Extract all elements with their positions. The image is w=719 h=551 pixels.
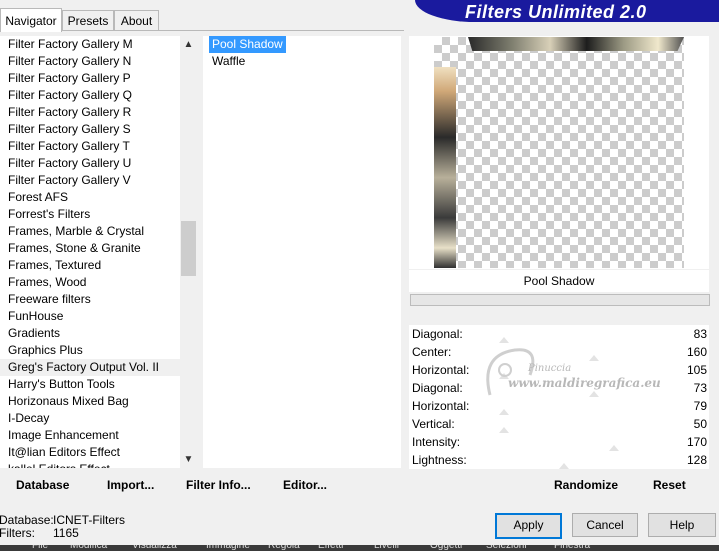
filters-count-label: Filters: [0,526,35,540]
tab-navigator[interactable]: Navigator [0,8,62,32]
menubar-item[interactable]: Livelli [374,545,399,551]
filter-panel [203,36,401,468]
app-title: Filters Unlimited 2.0 [465,2,647,22]
parameter-value: 83 [693,327,707,341]
parameter-panel: Diagonal: 83 Center: 160 Horizontal: 105 Diago… [409,325,709,469]
parameter-value: 170 [686,435,707,449]
tab-about[interactable]: About [114,10,159,31]
parameter-value: 73 [693,381,707,395]
category-item[interactable]: Filter Factory Gallery V [0,172,180,189]
menubar-item[interactable]: Effetti [318,545,343,551]
category-item[interactable]: Horizonaus Mixed Bag [0,393,180,410]
tab-about-label: About [120,14,153,28]
filter-item-pool-shadow[interactable]: Pool Shadow [209,36,286,53]
parameter-row[interactable]: Center: 160 [409,343,709,361]
database-button[interactable]: Database [16,478,69,492]
parameter-row[interactable]: Intensity: 170 [409,433,709,451]
parameter-value: 79 [693,399,707,413]
parameter-row[interactable]: Horizontal: 79 [409,397,709,415]
category-item[interactable]: Harry's Button Tools [0,376,180,393]
category-item[interactable]: Frames, Stone & Granite [0,240,180,257]
apply-button[interactable]: Apply [495,513,562,539]
menubar-item[interactable]: File [32,545,48,551]
menubar-item[interactable]: Visualizza [132,545,177,551]
category-item[interactable]: Filter Factory Gallery S [0,121,180,138]
preview-frame-left [434,67,456,268]
database-label: Database: [0,513,54,527]
category-item[interactable]: Filter Factory Gallery U [0,155,180,172]
watermark-url: www.maldiregrafica.eu [508,376,661,390]
tab-presets-label: Presets [67,14,109,28]
tab-presets[interactable]: Presets [62,10,114,31]
scroll-down-icon[interactable]: ▼ [180,451,197,468]
parameter-label: Vertical: [412,417,455,431]
editor-button[interactable]: Editor... [283,478,327,492]
category-item[interactable]: Frames, Textured [0,257,180,274]
scroll-thumb[interactable] [181,221,196,276]
filters-count-value: 1165 [53,526,79,540]
category-item[interactable]: Forest AFS [0,189,180,206]
category-item[interactable]: FunHouse [0,308,180,325]
parameter-label: Horizontal: [412,363,470,377]
preview-image [434,37,684,268]
randomize-button[interactable]: Randomize [554,478,618,492]
category-item[interactable]: Freeware filters [0,291,180,308]
category-item[interactable]: kallel Editors Effect [0,461,180,468]
slider-tick-icon[interactable] [559,463,569,469]
parameter-row[interactable]: Vertical: 50 [409,415,709,433]
database-value: ICNET-Filters [53,513,125,527]
menubar-item[interactable]: Regola [268,545,300,551]
parameter-value: 50 [693,417,707,431]
menubar-item[interactable]: Immagine [206,545,250,551]
category-item[interactable]: Image Enhancement [0,427,180,444]
category-item[interactable]: Filter Factory Gallery T [0,138,180,155]
watermark-name: Pinuccia [528,363,572,374]
parameter-label: Horizontal: [412,399,470,413]
menubar-item[interactable]: Finestra [554,545,590,551]
category-item[interactable]: Filter Factory Gallery M [0,36,180,53]
parameter-label: Center: [412,345,452,359]
menubar-item[interactable]: Selezioni [486,545,527,551]
parameter-value: 105 [686,363,707,377]
category-item[interactable]: Frames, Marble & Crystal [0,223,180,240]
filter-list[interactable]: Pool Shadow Waffle [209,36,399,70]
category-item[interactable]: Gradients [0,325,180,342]
parameter-row[interactable]: Diagonal: 83 [409,325,709,343]
category-item[interactable]: It@lian Editors Effect [0,444,180,461]
preview-frame-top [468,37,684,51]
category-item[interactable]: Forrest's Filters [0,206,180,223]
progress-bar [410,294,710,306]
category-item[interactable]: Filter Factory Gallery Q [0,87,180,104]
category-item[interactable]: Filter Factory Gallery R [0,104,180,121]
category-scrollbar[interactable]: ▲ ▼ [180,36,197,468]
scroll-up-icon[interactable]: ▲ [180,36,197,53]
cancel-button[interactable]: Cancel [572,513,638,537]
parameter-value: 128 [686,453,707,467]
reset-button[interactable]: Reset [653,478,686,492]
parameter-label: Intensity: [412,435,461,449]
category-item[interactable]: Filter Factory Gallery P [0,70,180,87]
preview-filter-name: Pool Shadow [409,270,709,292]
parameter-value: 160 [686,345,707,359]
filter-item-waffle[interactable]: Waffle [209,53,248,70]
category-item[interactable]: Graphics Plus [0,342,180,359]
host-menubar: File Modifica Visualizza Immagine Regola Effe… [0,545,719,551]
import-button[interactable]: Import... [107,478,154,492]
category-list[interactable]: Filter Factory Gallery M Filter Factory G… [0,36,180,468]
menubar-item[interactable]: Modifica [70,545,107,551]
filter-info-button[interactable]: Filter Info... [186,478,251,492]
category-item[interactable]: I-Decay [0,410,180,427]
parameter-label: Diagonal: [412,327,463,341]
parameter-row[interactable]: Lightness: 128 [409,451,709,469]
category-item[interactable]: Greg's Factory Output Vol. II [0,359,180,376]
tab-navigator-label: Navigator [5,13,57,28]
help-button[interactable]: Help [648,513,716,537]
menubar-item[interactable]: Oggetti [430,545,462,551]
parameter-label: Lightness: [412,453,467,467]
parameter-label: Diagonal: [412,381,463,395]
category-item[interactable]: Filter Factory Gallery N [0,53,180,70]
category-item[interactable]: Frames, Wood [0,274,180,291]
